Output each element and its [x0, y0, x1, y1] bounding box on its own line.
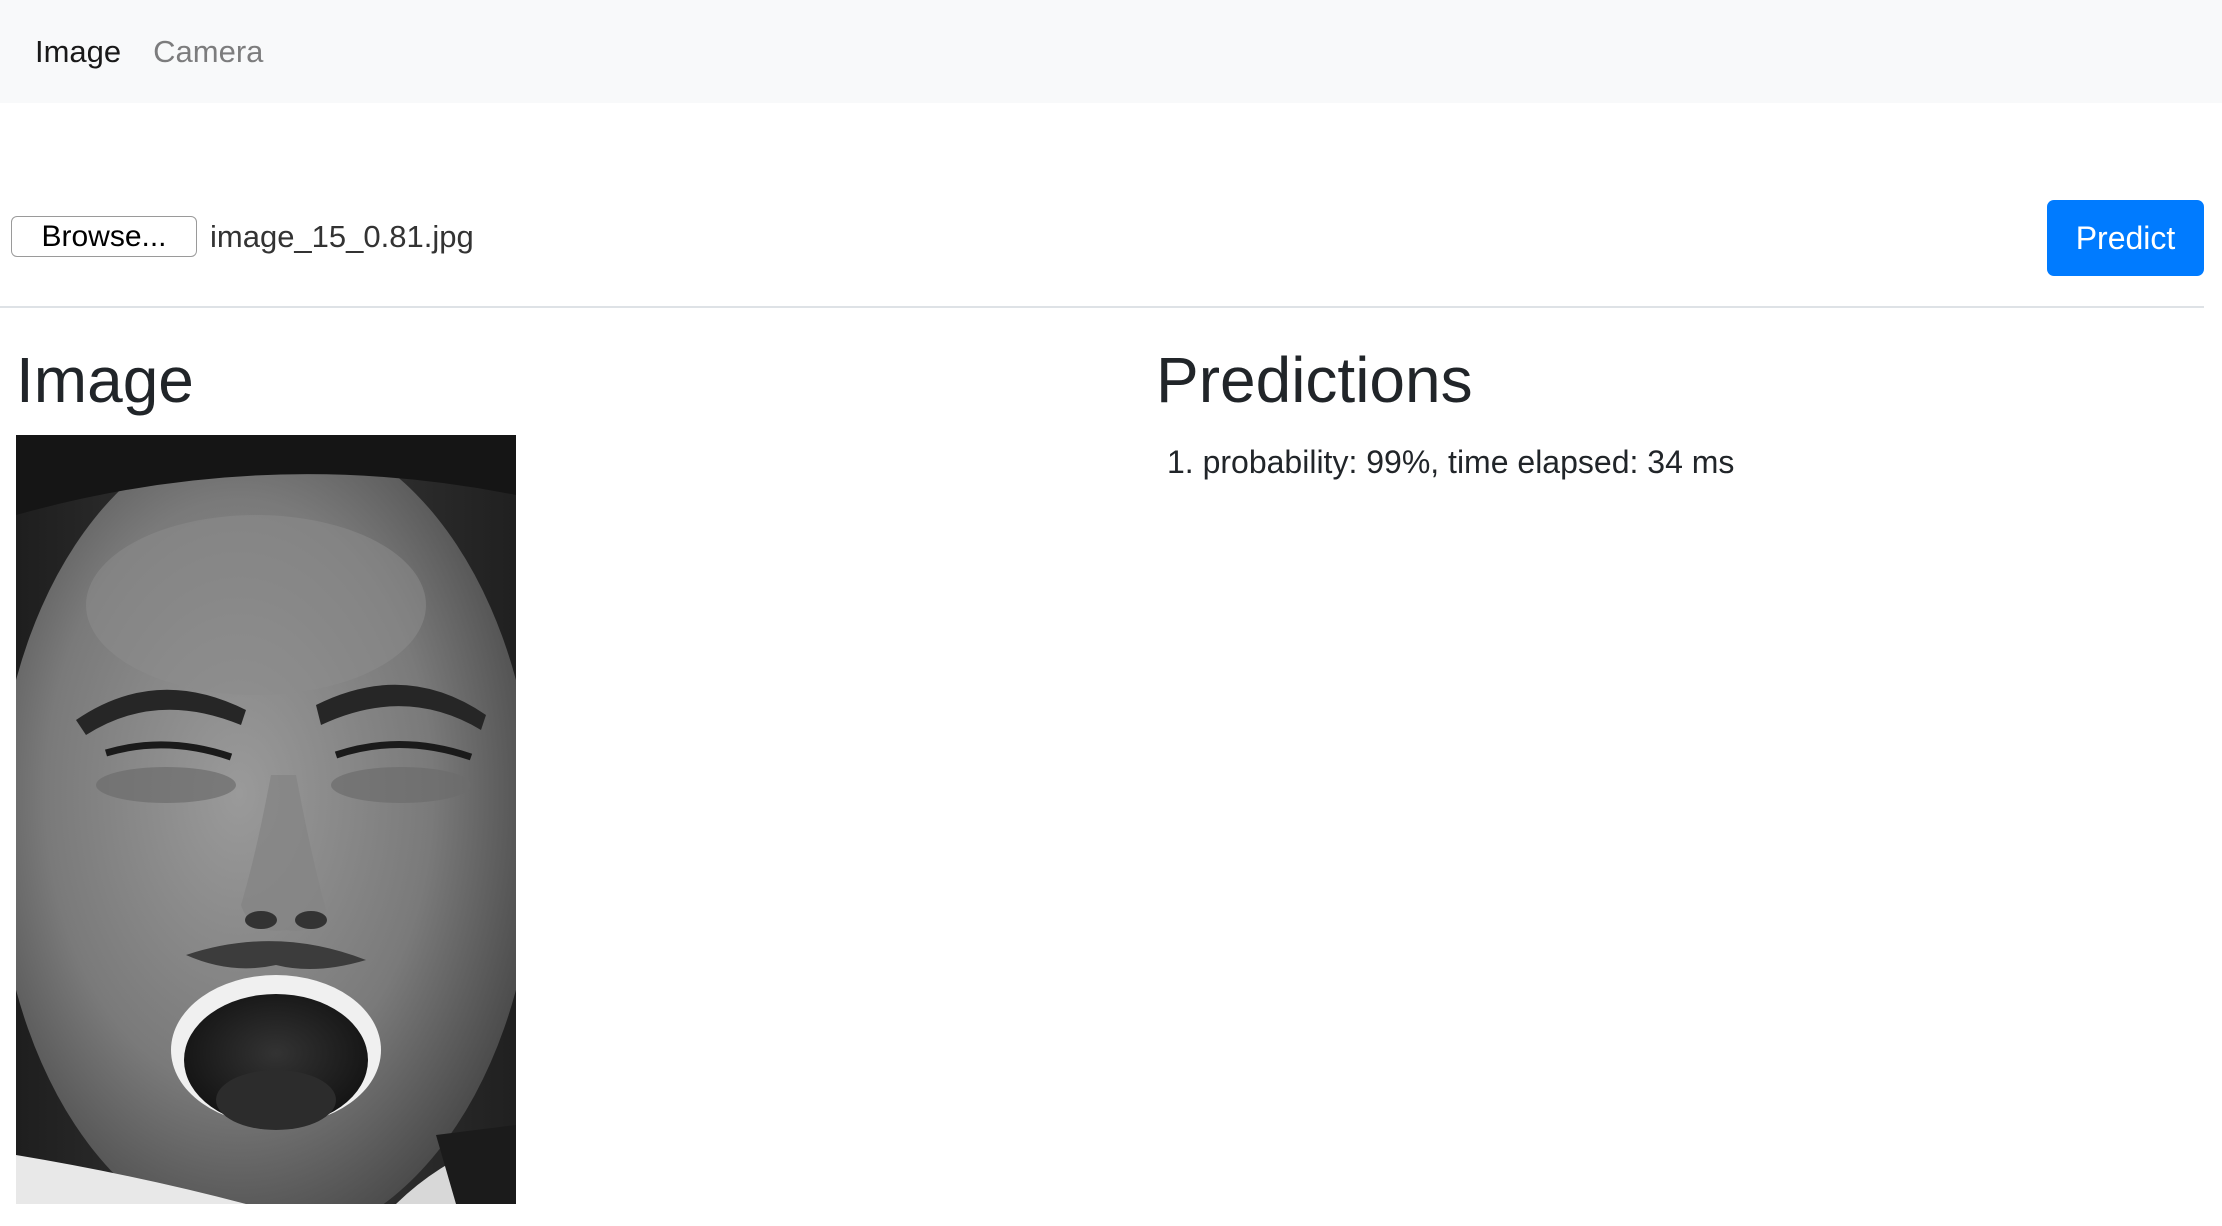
face-photo — [16, 435, 516, 1204]
image-section-title: Image — [16, 344, 194, 416]
predictions-list: 1. probability: 99%, time elapsed: 34 ms — [1167, 440, 1734, 485]
selected-file-name: image_15_0.81.jpg — [210, 219, 474, 254]
nav-tab-image[interactable]: Image — [35, 36, 121, 67]
prediction-index: 1. — [1167, 444, 1194, 480]
prediction-item: 1. probability: 99%, time elapsed: 34 ms — [1167, 440, 1734, 485]
predict-button[interactable]: Predict — [2047, 200, 2204, 276]
preview-image — [16, 435, 516, 1204]
top-navbar: Image Camera — [0, 0, 2222, 103]
nav-tab-camera[interactable]: Camera — [153, 36, 263, 67]
browse-button[interactable]: Browse... — [11, 216, 197, 257]
upload-toolbar: Browse... image_15_0.81.jpg Predict — [0, 195, 2222, 280]
section-divider — [0, 306, 2204, 308]
predictions-title: Predictions — [1156, 344, 1473, 416]
prediction-text: probability: 99%, time elapsed: 34 ms — [1202, 444, 1735, 480]
